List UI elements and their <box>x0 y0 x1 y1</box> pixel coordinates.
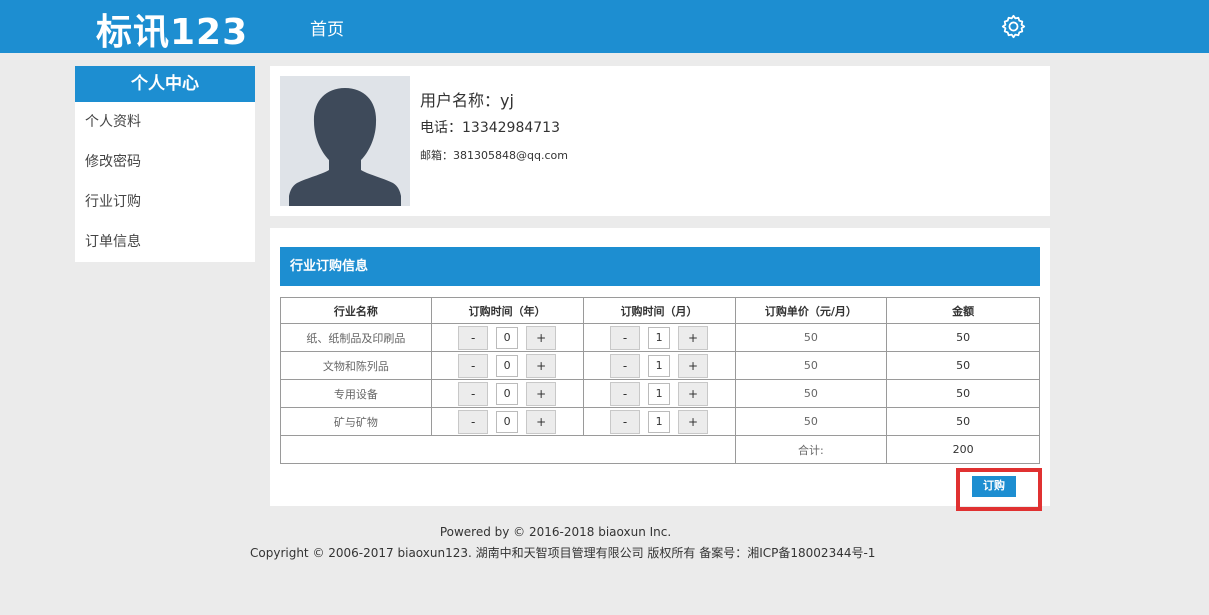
months-stepper-cell: - 1 + <box>582 351 736 380</box>
sidebar-item-profile[interactable]: 个人资料 <box>75 102 255 142</box>
orders-table: 行业名称 订购时间（年） 订购时间（月） 订购单价（元/月） 金额 纸、纸制品及… <box>280 297 1040 464</box>
months-stepper: - 1 + <box>610 353 709 378</box>
sidebar-item-order-info[interactable]: 订单信息 <box>75 222 255 262</box>
months-stepper-cell: - 1 + <box>582 323 736 352</box>
years-input[interactable]: 0 <box>496 410 519 433</box>
col-header-months: 订购时间（月） <box>582 297 736 324</box>
months-input[interactable]: 1 <box>648 382 671 405</box>
sidebar-title: 个人中心 <box>75 66 255 102</box>
years-increment-button[interactable]: + <box>526 325 557 350</box>
years-stepper: - 0 + <box>458 381 557 406</box>
years-stepper: - 0 + <box>458 325 557 350</box>
profile-email: 邮箱：381305848@qq.com <box>420 149 568 162</box>
table-row: 专用设备 - 0 + - 1 + 50 50 <box>280 379 1040 408</box>
unit-price: 50 <box>734 379 888 408</box>
months-decrement-button[interactable]: - <box>610 325 641 350</box>
years-stepper: - 0 + <box>458 409 557 434</box>
amount: 50 <box>886 351 1040 380</box>
col-header-amount: 金额 <box>886 297 1040 324</box>
unit-price: 50 <box>734 407 888 436</box>
months-increment-button[interactable]: + <box>678 409 709 434</box>
industry-name: 文物和陈列品 <box>280 351 432 380</box>
years-stepper-cell: - 0 + <box>430 407 584 436</box>
months-stepper-cell: - 1 + <box>582 407 736 436</box>
years-increment-button[interactable]: + <box>526 409 557 434</box>
total-spacer <box>280 435 736 464</box>
total-row: 合计: 200 <box>280 435 1040 464</box>
years-input[interactable]: 0 <box>496 382 519 405</box>
years-decrement-button[interactable]: - <box>458 325 489 350</box>
months-increment-button[interactable]: + <box>678 325 709 350</box>
profile-username: 用户名称：yj <box>420 91 514 110</box>
months-input[interactable]: 1 <box>648 354 671 377</box>
col-header-years: 订购时间（年） <box>430 297 584 324</box>
top-navbar: 标讯123 首页 <box>0 0 1209 53</box>
months-stepper-cell: - 1 + <box>582 379 736 408</box>
years-increment-button[interactable]: + <box>526 381 557 406</box>
sidebar-item-change-password[interactable]: 修改密码 <box>75 142 255 182</box>
table-header-row: 行业名称 订购时间（年） 订购时间（月） 订购单价（元/月） 金额 <box>280 297 1040 324</box>
months-stepper: - 1 + <box>610 381 709 406</box>
order-submit-button[interactable]: 订购 <box>972 476 1016 497</box>
total-label: 合计: <box>734 435 888 464</box>
footer-powered-by: Powered by © 2016-2018 biaoxun Inc. <box>439 525 672 539</box>
order-button-highlight: 订购 <box>956 468 1042 511</box>
orders-card: 行业订购信息 行业名称 订购时间（年） 订购时间（月） 订购单价（元/月） 金额… <box>270 228 1050 506</box>
unit-price: 50 <box>734 351 888 380</box>
industry-name: 纸、纸制品及印刷品 <box>280 323 432 352</box>
unit-price: 50 <box>734 323 888 352</box>
amount: 50 <box>886 323 1040 352</box>
months-stepper: - 1 + <box>610 325 709 350</box>
avatar <box>280 76 410 206</box>
months-decrement-button[interactable]: - <box>610 409 641 434</box>
col-header-price: 订购单价（元/月） <box>734 297 888 324</box>
table-row: 纸、纸制品及印刷品 - 0 + - 1 + 50 50 <box>280 323 1040 352</box>
years-stepper-cell: - 0 + <box>430 351 584 380</box>
years-stepper-cell: - 0 + <box>430 379 584 408</box>
months-decrement-button[interactable]: - <box>610 381 641 406</box>
months-stepper: - 1 + <box>610 409 709 434</box>
industry-name: 矿与矿物 <box>280 407 432 436</box>
years-decrement-button[interactable]: - <box>458 381 489 406</box>
table-row: 矿与矿物 - 0 + - 1 + 50 50 <box>280 407 1040 436</box>
amount: 50 <box>886 407 1040 436</box>
table-row: 文物和陈列品 - 0 + - 1 + 50 50 <box>280 351 1040 380</box>
months-input[interactable]: 1 <box>648 326 671 349</box>
footer-copyright: Copyright © 2006-2017 biaoxun123. 湖南中和天智… <box>250 546 876 560</box>
years-stepper-cell: - 0 + <box>430 323 584 352</box>
col-header-industry: 行业名称 <box>280 297 432 324</box>
orders-section-title: 行业订购信息 <box>280 247 1040 286</box>
years-increment-button[interactable]: + <box>526 353 557 378</box>
years-decrement-button[interactable]: - <box>458 353 489 378</box>
months-increment-button[interactable]: + <box>678 353 709 378</box>
sidebar: 个人中心 个人资料 修改密码 行业订购 订单信息 <box>75 66 255 262</box>
years-input[interactable]: 0 <box>496 326 519 349</box>
site-logo[interactable]: 标讯123 <box>96 3 248 55</box>
amount: 50 <box>886 379 1040 408</box>
years-input[interactable]: 0 <box>496 354 519 377</box>
total-value: 200 <box>886 435 1040 464</box>
years-decrement-button[interactable]: - <box>458 409 489 434</box>
gear-icon[interactable] <box>1000 13 1027 40</box>
months-input[interactable]: 1 <box>648 410 671 433</box>
industry-name: 专用设备 <box>280 379 432 408</box>
months-decrement-button[interactable]: - <box>610 353 641 378</box>
sidebar-item-industry-subscription[interactable]: 行业订购 <box>75 182 255 222</box>
nav-home-link[interactable]: 首页 <box>310 15 344 40</box>
profile-phone: 电话：13342984713 <box>420 120 560 136</box>
months-increment-button[interactable]: + <box>678 381 709 406</box>
profile-card: 用户名称：yj 电话：13342984713 邮箱：381305848@qq.c… <box>270 66 1050 216</box>
years-stepper: - 0 + <box>458 353 557 378</box>
